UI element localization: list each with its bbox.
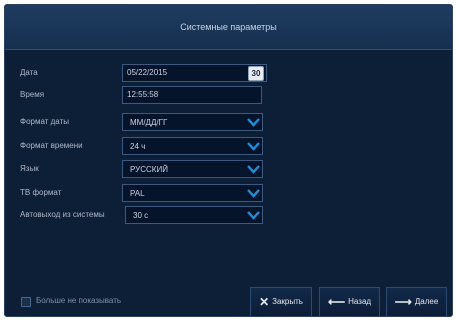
dialog-title: Системные параметры [180,22,277,32]
tv-format-row: ТВ формат PAL [5,184,452,204]
dont-show-checkbox[interactable] [21,297,31,307]
system-settings-dialog: Системные параметры Дата 05/22/2015 30 В… [4,4,453,317]
close-button-label: Закрыть [272,297,303,306]
chevron-down-icon [247,210,260,220]
arrow-left-icon: ⟵ [327,295,346,309]
time-label: Время [20,90,45,99]
tv-format-label: ТВ формат [20,188,62,197]
auto-logout-dropdown[interactable]: 30 с [125,206,263,224]
dialog-titlebar: Системные параметры [5,5,452,50]
time-format-value: 24 ч [130,142,146,151]
language-value: РУССКИЙ [130,165,168,174]
time-row: Время 12:55:58 [5,86,452,106]
chevron-down-icon [247,164,260,174]
chevron-down-icon [247,141,260,151]
auto-logout-value: 30 с [133,211,149,220]
tv-format-value: PAL [130,189,145,198]
auto-logout-label: Автовыход из системы [20,210,105,219]
time-format-label: Формат времени [20,141,83,150]
dialog-footer: Больше не показывать ✕ Закрыть ⟵ Назад ⟶ Да… [5,273,452,316]
auto-logout-row: Автовыход из системы 30 с [5,206,452,226]
calendar-icon[interactable]: 30 [248,66,264,81]
date-value: 05/22/2015 [127,68,168,77]
chevron-down-icon [247,117,260,127]
date-label: Дата [20,68,38,77]
date-format-row: Формат даты ММ/ДД/ГГ [5,113,452,133]
next-button[interactable]: ⟶ Далее [386,287,447,316]
date-format-dropdown[interactable]: ММ/ДД/ГГ [122,113,263,131]
arrow-right-icon: ⟶ [394,295,412,309]
back-button-label: Назад [348,297,372,306]
time-format-row: Формат времени 24 ч [5,137,452,157]
next-button-label: Далее [414,297,439,306]
tv-format-dropdown[interactable]: PAL [122,184,263,202]
language-label: Язык [20,164,39,173]
date-format-label: Формат даты [20,117,69,126]
time-value: 12:55:58 [127,90,159,99]
dont-show-label: Больше не показывать [36,296,122,305]
date-row: Дата 05/22/2015 30 [5,64,452,84]
close-button[interactable]: ✕ Закрыть [250,287,312,316]
back-button[interactable]: ⟵ Назад [319,287,380,316]
language-dropdown[interactable]: РУССКИЙ [122,160,263,178]
date-format-value: ММ/ДД/ГГ [130,118,168,127]
chevron-down-icon [247,188,260,198]
language-row: Язык РУССКИЙ [5,160,452,180]
time-field[interactable]: 12:55:58 [122,86,262,104]
date-field[interactable]: 05/22/2015 30 [122,64,267,82]
time-format-dropdown[interactable]: 24 ч [122,137,263,155]
close-icon: ✕ [259,295,270,309]
